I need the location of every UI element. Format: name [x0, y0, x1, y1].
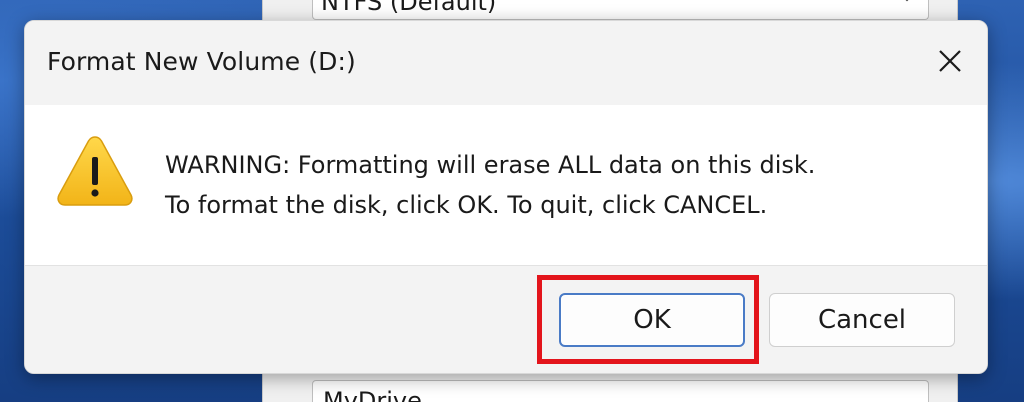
dialog-titlebar: Format New Volume (D:) [25, 21, 987, 105]
dialog-content: WARNING: Formatting will erase ALL data … [25, 105, 987, 265]
dialog-button-bar: OK Cancel [25, 265, 987, 373]
dialog-title: Format New Volume (D:) [47, 47, 356, 76]
volume-label-field[interactable]: MyDrive [312, 380, 929, 402]
format-warning-dialog: Format New Volume (D:) WARNING: Formatti… [24, 20, 988, 374]
cancel-button[interactable]: Cancel [769, 293, 955, 347]
close-button[interactable] [913, 21, 987, 105]
ok-button-highlight [537, 275, 759, 364]
warning-icon [55, 133, 135, 209]
filesystem-dropdown[interactable]: NTFS (Default) [312, 0, 929, 20]
warning-message-line2: To format the disk, click OK. To quit, c… [165, 191, 768, 219]
volume-label-value: MyDrive [323, 387, 422, 402]
warning-message: WARNING: Formatting will erase ALL data … [165, 145, 815, 225]
filesystem-dropdown-value: NTFS (Default) [321, 0, 497, 16]
close-icon [937, 48, 963, 78]
warning-message-line1: WARNING: Formatting will erase ALL data … [165, 151, 816, 179]
chevron-down-icon [894, 0, 920, 10]
